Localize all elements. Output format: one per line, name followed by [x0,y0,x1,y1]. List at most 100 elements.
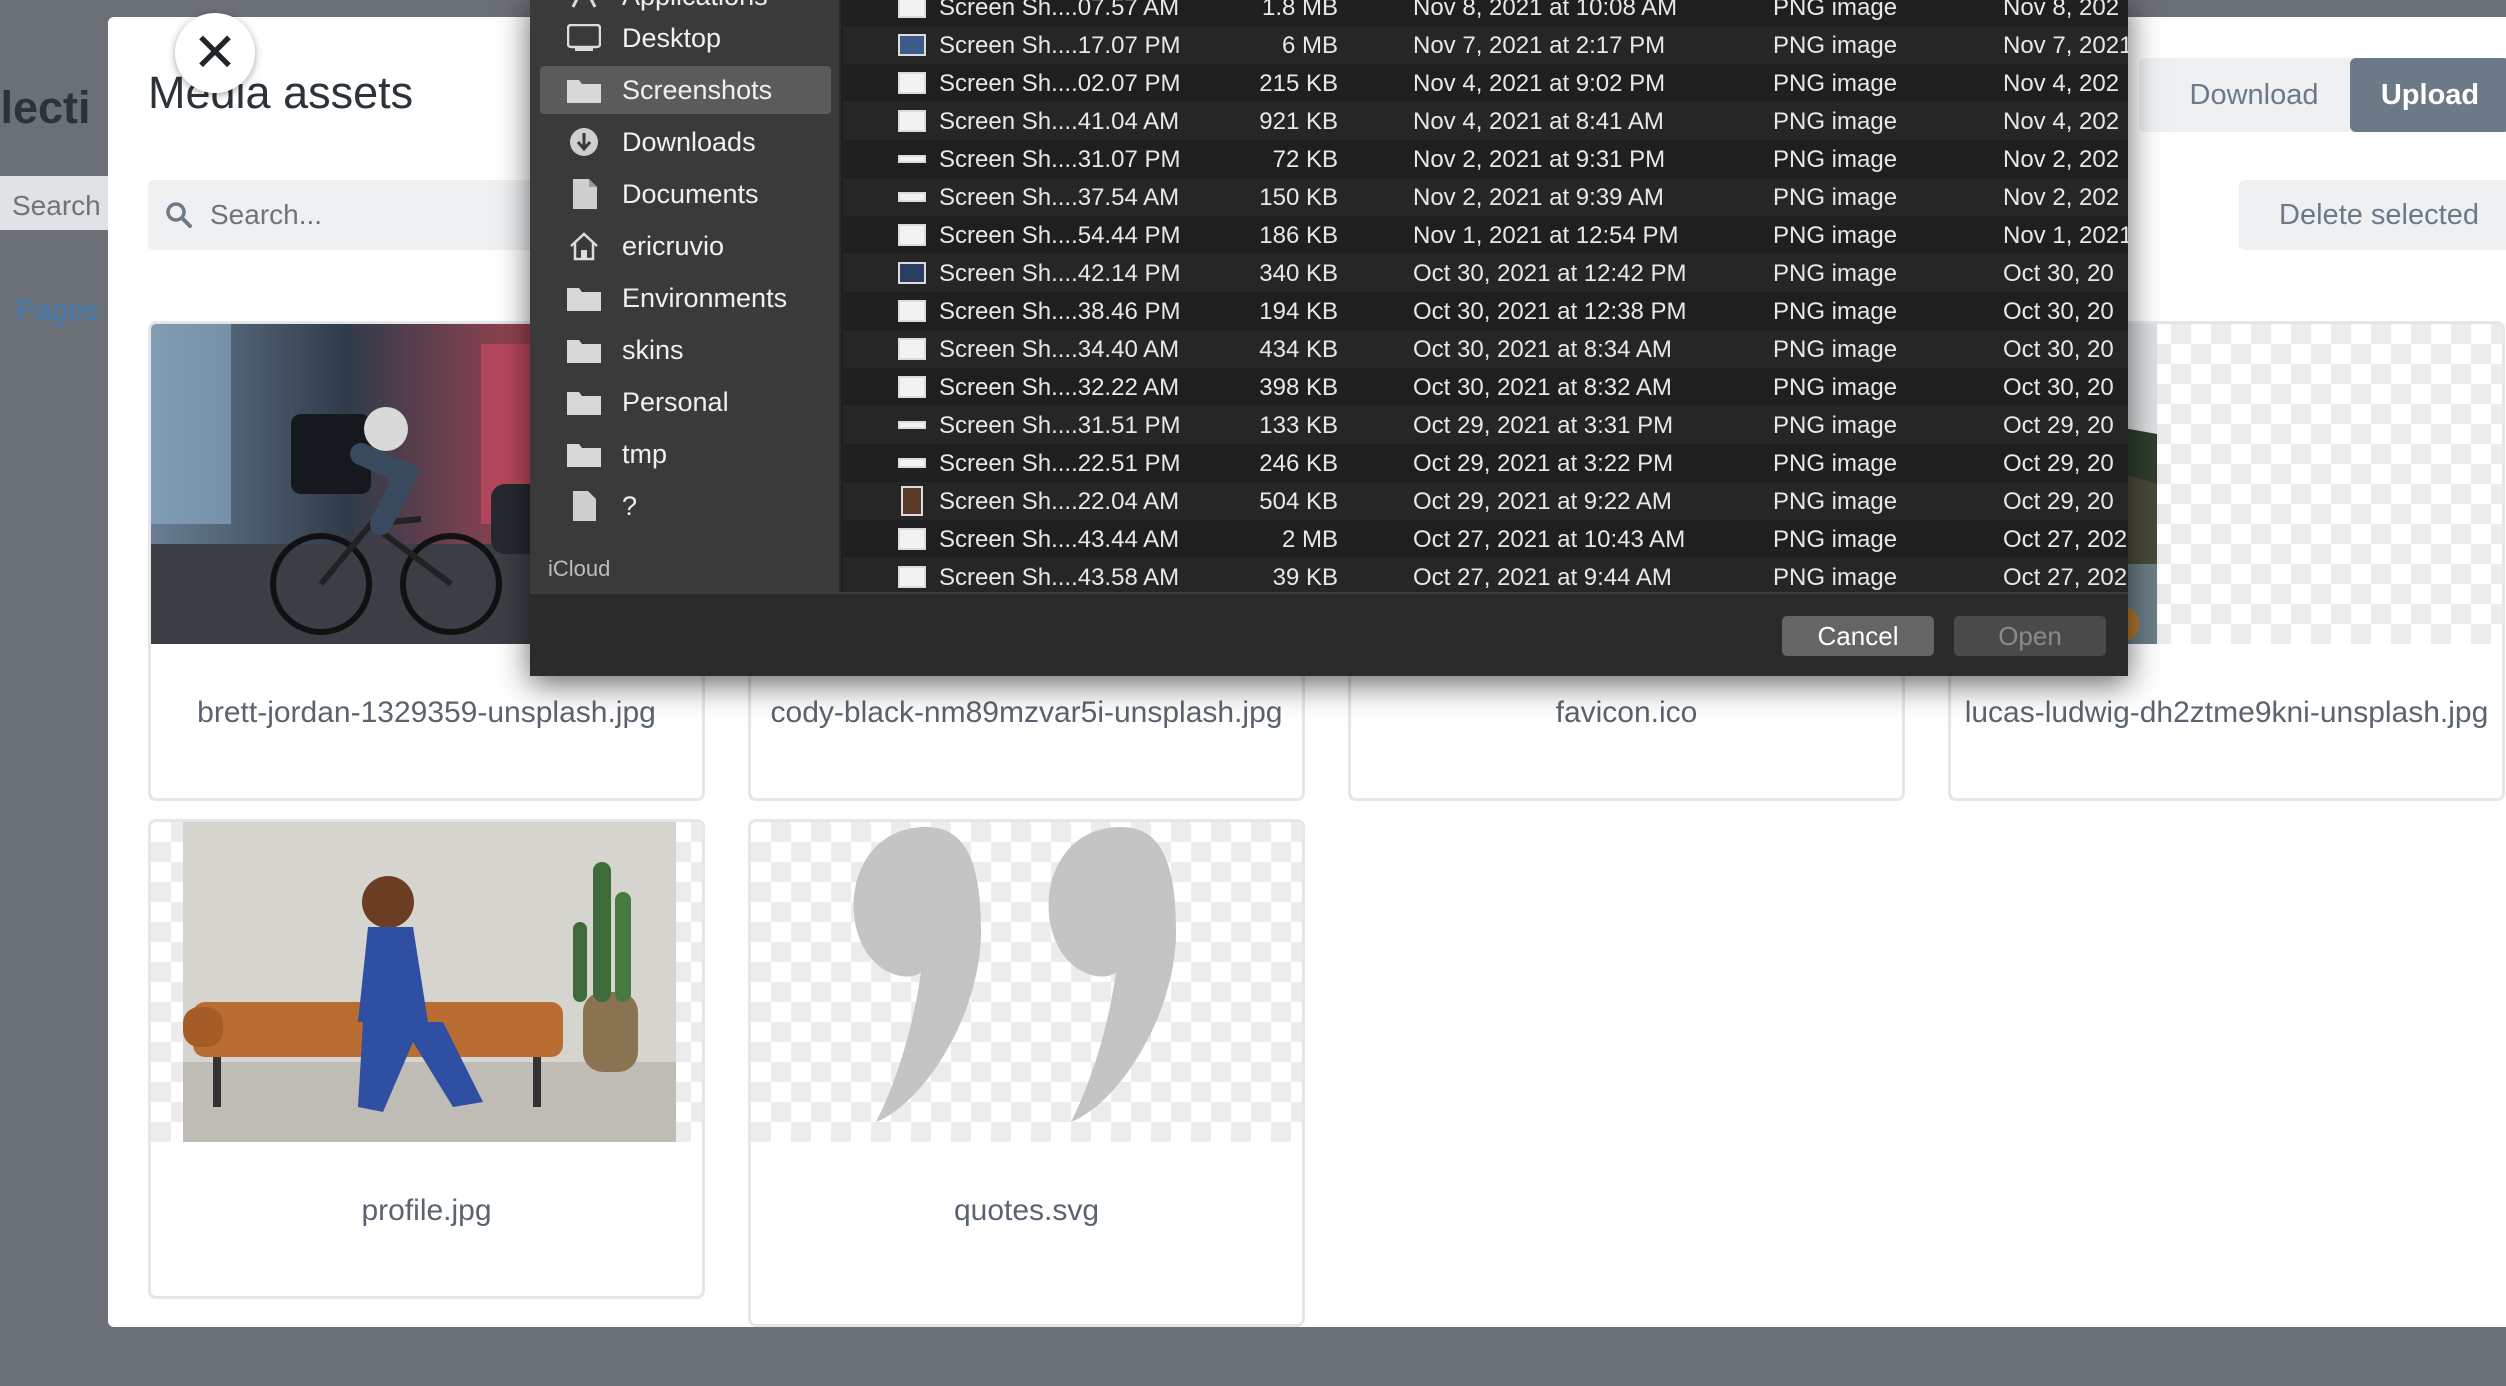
sidebar-item-home[interactable]: ericruvio [540,222,831,270]
file-row[interactable]: Screen Sh....31.51 PM 133 KB Oct 29, 202… [843,406,2128,444]
file-date: Nov 2, 2021 at 9:31 PM [1413,146,1666,173]
file-row[interactable]: Screen Sh....02.07 PM 215 KB Nov 4, 2021… [843,64,2128,102]
file-row[interactable]: Screen Sh....37.54 AM 150 KB Nov 2, 2021… [843,178,2128,216]
asset-filename: favicon.ico [1555,696,1698,729]
file-row[interactable]: Screen Sh....07.57 AM 1.8 MB Nov 8, 2021… [843,0,2128,26]
file-date-added: Nov 1, 2021 [2003,222,2128,249]
file-row[interactable]: Screen Sh....38.46 PM 194 KB Oct 30, 202… [843,292,2128,330]
background-search-label: Search [12,190,101,221]
asset-filename: cody-black-nm89mzvar5i-unsplash.jpg [770,696,1283,729]
file-date-added: Nov 7, 2021 [2003,32,2128,59]
file-date-added: Oct 30, 20 [2003,260,2114,287]
sidebar-item-screenshots[interactable]: Screenshots [540,66,831,114]
file-date-added: Oct 29, 20 [2003,450,2114,477]
file-row[interactable]: Screen Sh....43.58 AM 39 KB Oct 27, 2021… [843,558,2128,592]
file-date-added: Oct 29, 20 [2003,412,2114,439]
image-file-icon [898,458,926,468]
file-name: Screen Sh....37.54 AM [939,184,1180,211]
background-title: llecti [0,82,91,133]
file-date: Nov 8, 2021 at 10:08 AM [1413,0,1678,21]
asset-card[interactable]: profile.jpg [148,819,705,1299]
background-search[interactable]: Search [0,176,120,230]
file-date: Oct 30, 2021 at 12:38 PM [1413,298,1687,325]
image-file-icon [898,421,926,429]
asset-card[interactable]: quotes.svg [748,819,1305,1327]
file-date-added: Nov 4, 202 [2003,70,2120,97]
file-row[interactable]: Screen Sh....32.22 AM 398 KB Oct 30, 202… [843,368,2128,406]
file-row[interactable]: Screen Sh....22.04 AM 504 KB Oct 29, 202… [843,482,2128,520]
search-icon [166,202,192,228]
sidebar-item-personal[interactable]: Personal [540,378,831,426]
file-row[interactable]: Screen Sh....34.40 AM 434 KB Oct 30, 202… [843,330,2128,368]
file-row[interactable]: Screen Sh....31.07 PM 72 KB Nov 2, 2021 … [843,140,2128,178]
file-name: Screen Sh....38.46 PM [939,298,1181,325]
sidebar-item-label: ericruvio [622,230,725,261]
image-file-icon [898,376,926,398]
image-file-icon [898,110,926,132]
folder-icon [564,385,604,419]
asset-filename: quotes.svg [953,1194,1100,1227]
file-name: Screen Sh....31.07 PM [939,146,1181,173]
downloads-icon [564,125,604,159]
image-file-icon [898,300,926,322]
file-row[interactable]: Screen Sh....22.51 PM 246 KB Oct 29, 202… [843,444,2128,482]
file-kind: PNG image [1773,488,1898,515]
close-modal-button[interactable]: ✕ [175,13,255,93]
sidebar-item-environments[interactable]: Environments [540,274,831,322]
image-file-icon [898,224,926,246]
file-kind: PNG image [1773,450,1898,477]
file-date-added: Oct 27, 202 [2003,526,2128,553]
profile-photo [183,822,676,1142]
file-size: 1.8 MB [1261,0,1338,21]
file-kind: PNG image [1773,260,1898,287]
file-open-dialog: Applications Desktop Screenshots Downloa… [530,0,2128,676]
file-row[interactable]: Screen Sh....17.07 PM 6 MB Nov 7, 2021 a… [843,26,2128,64]
background-pages-link[interactable]: Pages [16,295,98,328]
file-kind: PNG image [1773,146,1898,173]
file-kind: PNG image [1773,32,1898,59]
file-size: 72 KB [1272,146,1338,173]
file-date-added: Oct 30, 20 [2003,336,2114,363]
asset-filename: lucas-ludwig-dh2ztme9kni-unsplash.jpg [1964,696,2489,729]
file-name: Screen Sh....34.40 AM [939,336,1180,363]
image-file-icon [898,566,926,588]
file-row[interactable]: Screen Sh....54.44 PM 186 KB Nov 1, 2021… [843,216,2128,254]
file-date-added: Nov 8, 202 [2003,0,2120,21]
file-date: Oct 30, 2021 at 8:32 AM [1413,374,1672,401]
file-name: Screen Sh....22.51 PM [939,450,1181,477]
sidebar-item-label: Desktop [622,22,722,53]
open-button[interactable]: Open [1954,616,2106,656]
upload-button[interactable]: Upload [2350,58,2506,132]
file-row[interactable]: Screen Sh....41.04 AM 921 KB Nov 4, 2021… [843,102,2128,140]
sidebar-item-documents[interactable]: Documents [540,170,831,218]
file-date: Oct 30, 2021 at 8:34 AM [1413,336,1672,363]
sidebar-item-downloads[interactable]: Downloads [540,118,831,166]
file-name: Screen Sh....17.07 PM [939,32,1181,59]
file-row[interactable]: Screen Sh....43.44 AM 2 MB Oct 27, 2021 … [843,520,2128,558]
sidebar-item-label: Environments [622,282,788,313]
file-date: Nov 4, 2021 at 9:02 PM [1413,70,1666,97]
dialog-sidebar: Applications Desktop Screenshots Downloa… [530,0,841,592]
sidebar-item-tmp[interactable]: tmp [540,430,831,478]
folder-icon [564,281,604,315]
asset-filename: profile.jpg [361,1194,492,1227]
sidebar-item-unknown[interactable]: ? [540,482,831,530]
file-row[interactable]: Screen Sh....42.14 PM 340 KB Oct 30, 202… [843,254,2128,292]
sidebar-item-label: Documents [622,178,759,209]
delete-selected-button[interactable]: Delete selected [2239,180,2506,250]
file-kind: PNG image [1773,70,1898,97]
download-button[interactable]: Download [2139,58,2369,132]
file-date: Oct 29, 2021 at 3:31 PM [1413,412,1674,439]
sidebar-item-skins[interactable]: skins [540,326,831,374]
file-size: 340 KB [1259,260,1338,287]
file-name: Screen Sh....43.44 AM [939,526,1180,553]
sidebar-item-desktop[interactable]: Desktop [540,14,831,62]
file-date: Oct 29, 2021 at 3:22 PM [1413,450,1674,477]
sidebar-section-icloud: iCloud [548,556,611,581]
file-date: Oct 29, 2021 at 9:22 AM [1413,488,1672,515]
sidebar-item-label: Personal [622,386,729,417]
folder-icon [564,73,604,107]
file-date-added: Nov 2, 202 [2003,184,2120,211]
sidebar-item-label: Downloads [622,126,756,157]
cancel-button[interactable]: Cancel [1782,616,1934,656]
